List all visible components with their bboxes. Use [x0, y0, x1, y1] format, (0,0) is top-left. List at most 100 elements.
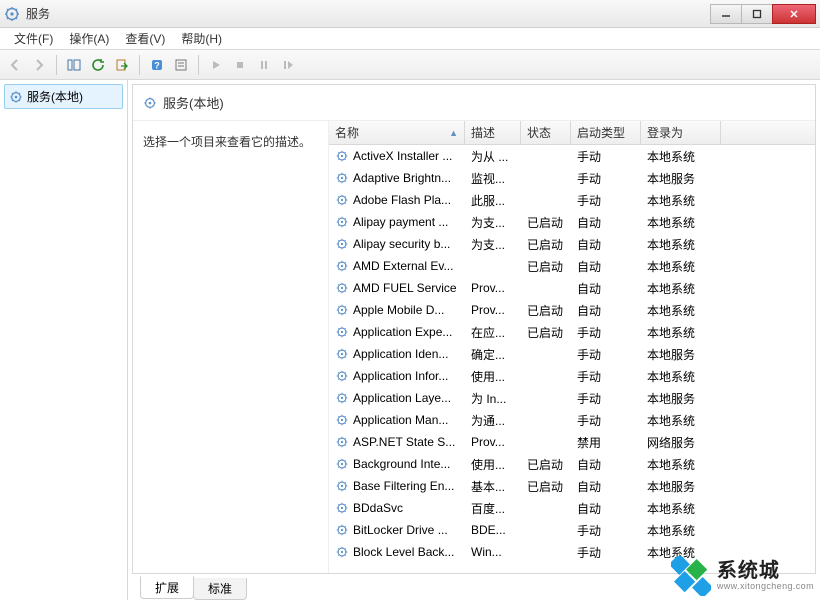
service-startup: 手动	[571, 344, 641, 365]
description-prompt: 选择一个项目来查看它的描述。	[143, 135, 311, 149]
column-header-startup[interactable]: 启动类型	[571, 121, 641, 144]
gear-icon	[335, 413, 349, 427]
service-logon: 本地系统	[641, 454, 721, 475]
service-name: Application Laye...	[353, 391, 451, 405]
close-button[interactable]	[772, 4, 816, 24]
service-row[interactable]: BitLocker Drive ...BDE...手动本地系统	[329, 519, 815, 541]
menu-file[interactable]: 文件(F)	[6, 28, 61, 49]
console-tree: 服务(本地)	[0, 80, 128, 600]
service-row[interactable]: Base Filtering En...基本...已启动自动本地服务	[329, 475, 815, 497]
service-status: 已启动	[521, 212, 571, 233]
menu-help[interactable]: 帮助(H)	[173, 28, 230, 49]
tab-standard[interactable]: 标准	[193, 578, 247, 600]
service-row[interactable]: Adaptive Brightn...监视...手动本地服务	[329, 167, 815, 189]
service-row[interactable]: Background Inte...使用...已启动自动本地系统	[329, 453, 815, 475]
service-name: Alipay security b...	[353, 237, 450, 251]
service-logon: 本地系统	[641, 366, 721, 387]
service-row[interactable]: BDdaSvc百度...自动本地系统	[329, 497, 815, 519]
service-name: Application Expe...	[353, 325, 452, 339]
service-row[interactable]: Application Laye...为 In...手动本地服务	[329, 387, 815, 409]
start-service-button[interactable]	[205, 54, 227, 76]
restart-service-button[interactable]	[277, 54, 299, 76]
service-row[interactable]: Block Level Back...Win...手动本地系统	[329, 541, 815, 563]
list-rows[interactable]: ActiveX Installer ...为从 ...手动本地系统 Adaptiv…	[329, 145, 815, 573]
forward-button[interactable]	[28, 54, 50, 76]
service-row[interactable]: ActiveX Installer ...为从 ...手动本地系统	[329, 145, 815, 167]
service-desc: 在应...	[465, 322, 521, 343]
main-area: 服务(本地) 服务(本地) 选择一个项目来查看它的描述。 名称▲ 描述 状态	[0, 80, 820, 600]
minimize-button[interactable]	[710, 4, 742, 24]
help-button[interactable]: ?	[146, 54, 168, 76]
tree-item-services-local[interactable]: 服务(本地)	[4, 84, 123, 109]
gear-icon	[335, 171, 349, 185]
list-header: 名称▲ 描述 状态 启动类型 登录为	[329, 121, 815, 145]
maximize-button[interactable]	[741, 4, 773, 24]
service-name: Alipay payment ...	[353, 215, 448, 229]
menu-view[interactable]: 查看(V)	[117, 28, 173, 49]
properties-button[interactable]	[170, 54, 192, 76]
tab-extended[interactable]: 扩展	[140, 576, 194, 599]
service-row[interactable]: ASP.NET State S...Prov...禁用网络服务	[329, 431, 815, 453]
refresh-button[interactable]	[87, 54, 109, 76]
toolbar: ?	[0, 50, 820, 80]
column-header-desc[interactable]: 描述	[465, 121, 521, 144]
service-row[interactable]: Adobe Flash Pla...此服...手动本地系统	[329, 189, 815, 211]
content-heading-text: 服务(本地)	[163, 93, 224, 112]
service-logon: 本地系统	[641, 190, 721, 211]
service-row[interactable]: Application Iden...确定...手动本地服务	[329, 343, 815, 365]
gear-icon	[335, 193, 349, 207]
service-row[interactable]: Application Man...为通...手动本地系统	[329, 409, 815, 431]
service-desc: Win...	[465, 543, 521, 561]
gear-icon	[335, 325, 349, 339]
menu-bar: 文件(F) 操作(A) 查看(V) 帮助(H)	[0, 28, 820, 50]
service-desc: 监视...	[465, 168, 521, 189]
gear-icon	[143, 96, 157, 110]
back-button[interactable]	[4, 54, 26, 76]
service-name: ASP.NET State S...	[353, 435, 455, 449]
service-desc: 为支...	[465, 234, 521, 255]
service-startup: 手动	[571, 366, 641, 387]
service-row[interactable]: Alipay security b...为支...已启动自动本地系统	[329, 233, 815, 255]
service-row[interactable]: Alipay payment ...为支...已启动自动本地系统	[329, 211, 815, 233]
service-startup: 手动	[571, 322, 641, 343]
export-list-button[interactable]	[111, 54, 133, 76]
gear-icon	[335, 347, 349, 361]
service-startup: 自动	[571, 256, 641, 277]
service-row[interactable]: Application Expe...在应...已启动手动本地系统	[329, 321, 815, 343]
service-startup: 自动	[571, 300, 641, 321]
show-hide-tree-button[interactable]	[63, 54, 85, 76]
service-status	[521, 154, 571, 158]
service-row[interactable]: Apple Mobile D...Prov...已启动自动本地系统	[329, 299, 815, 321]
service-name: Application Iden...	[353, 347, 448, 361]
service-status: 已启动	[521, 234, 571, 255]
service-desc: 为通...	[465, 410, 521, 431]
service-startup: 禁用	[571, 432, 641, 453]
menu-action[interactable]: 操作(A)	[61, 28, 117, 49]
service-status	[521, 440, 571, 444]
service-status	[521, 198, 571, 202]
service-logon: 本地系统	[641, 322, 721, 343]
service-logon: 本地系统	[641, 234, 721, 255]
gear-icon	[335, 523, 349, 537]
service-desc: Prov...	[465, 279, 521, 297]
service-desc: 为从 ...	[465, 146, 521, 167]
stop-service-button[interactable]	[229, 54, 251, 76]
column-header-name[interactable]: 名称▲	[329, 121, 465, 144]
gear-icon	[335, 237, 349, 251]
service-name: Adaptive Brightn...	[353, 171, 451, 185]
column-header-status[interactable]: 状态	[521, 121, 571, 144]
gear-icon	[335, 501, 349, 515]
service-startup: 手动	[571, 168, 641, 189]
gear-icon	[335, 479, 349, 493]
column-header-logon[interactable]: 登录为	[641, 121, 721, 144]
pause-service-button[interactable]	[253, 54, 275, 76]
service-row[interactable]: AMD FUEL ServiceProv...自动本地系统	[329, 277, 815, 299]
titlebar: 服务	[0, 0, 820, 28]
service-row[interactable]: AMD External Ev...已启动自动本地系统	[329, 255, 815, 277]
service-name: AMD External Ev...	[353, 259, 453, 273]
service-name: Block Level Back...	[353, 545, 454, 559]
service-row[interactable]: Application Infor...使用...手动本地系统	[329, 365, 815, 387]
service-name: Adobe Flash Pla...	[353, 193, 451, 207]
gear-icon	[335, 435, 349, 449]
service-logon: 本地系统	[641, 212, 721, 233]
